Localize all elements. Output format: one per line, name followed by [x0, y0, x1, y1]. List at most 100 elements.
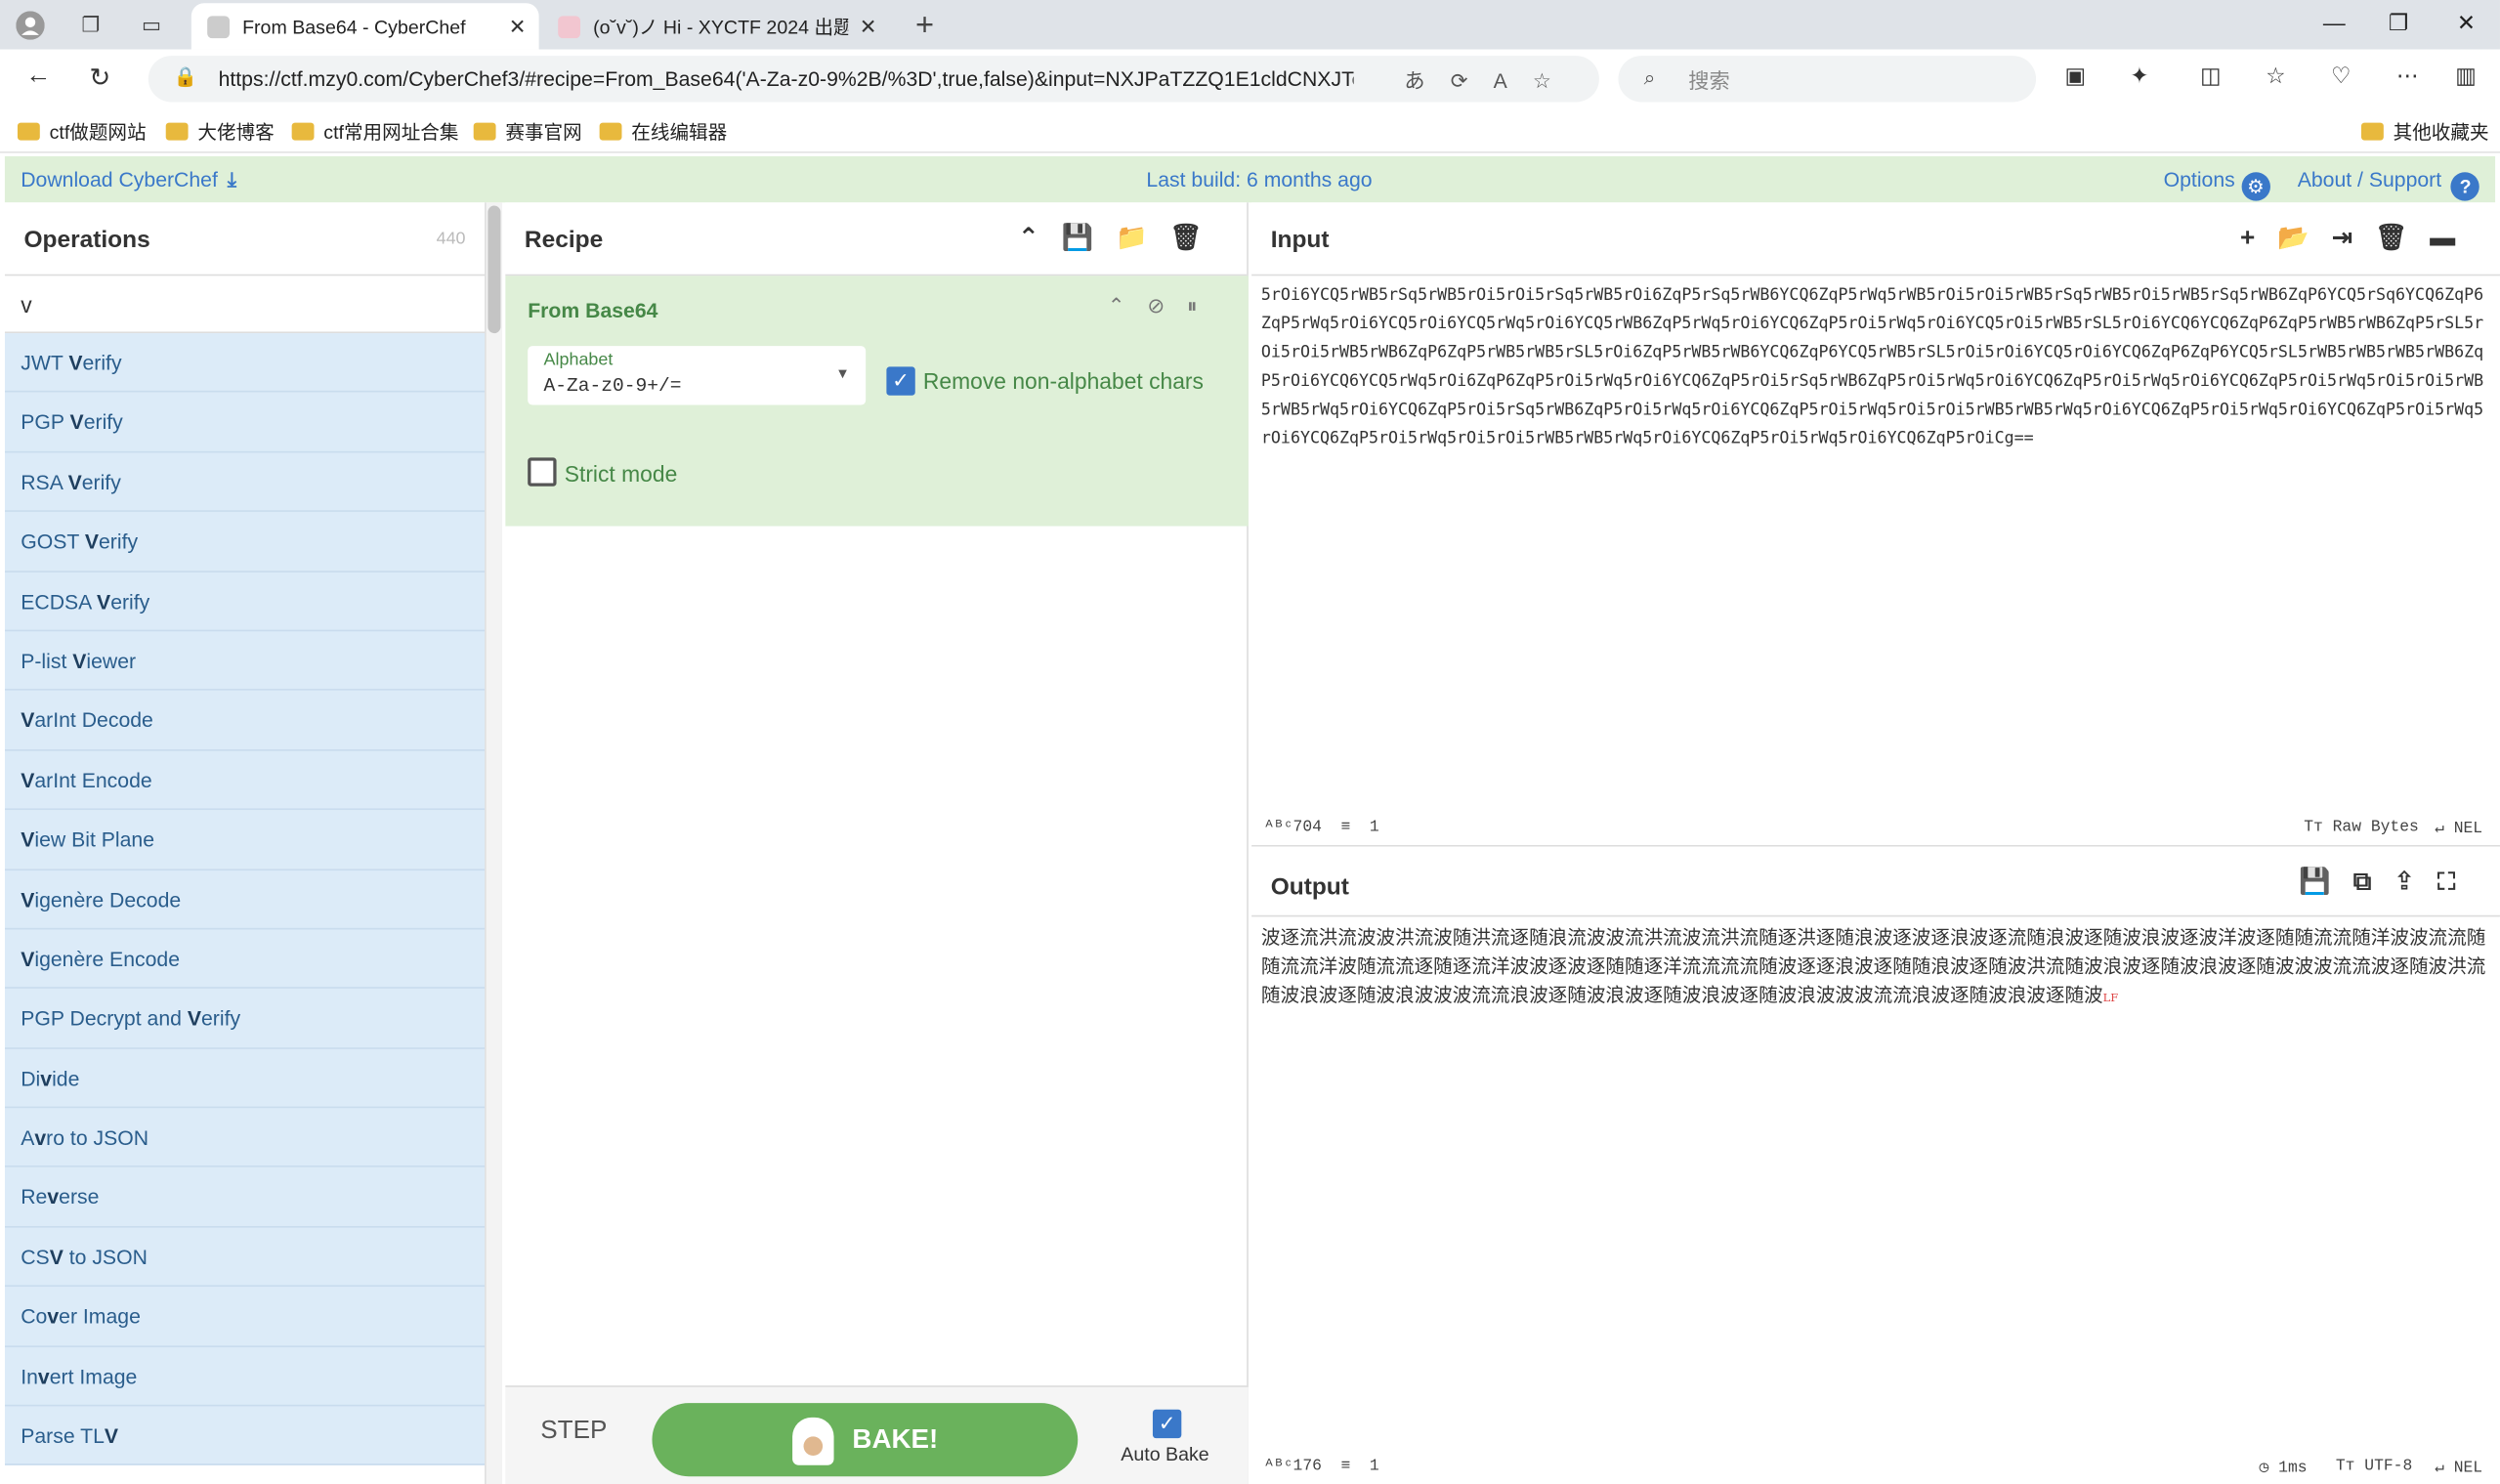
- tab-cyberchef[interactable]: From Base64 - CyberChef ✕: [191, 3, 539, 50]
- operation-item[interactable]: View Bit Plane: [4, 810, 486, 870]
- breakpoint-icon[interactable]: ⏸: [1187, 293, 1219, 317]
- about-support-button[interactable]: About / Support?: [2298, 167, 2480, 201]
- tab-xyctf[interactable]: (o˘v˘)ノ Hi - XYCTF 2024 出题记录 ✕: [542, 3, 890, 49]
- url-bar-icons[interactable]: あ⟳A☆: [1404, 64, 1577, 94]
- operation-item[interactable]: Cover Image: [4, 1287, 486, 1347]
- operation-item[interactable]: Parse TLV: [4, 1406, 486, 1466]
- close-tab-icon[interactable]: ✕: [509, 14, 527, 39]
- bookmark-folder[interactable]: ctf常用网址合集: [291, 118, 458, 146]
- reader-mode-icon[interactable]: ▣: [2064, 63, 2086, 90]
- sidebar-icon[interactable]: ▥: [2455, 63, 2477, 90]
- remove-non-alphabet-label: Remove non-alphabet chars: [922, 367, 1204, 395]
- bookmark-folder[interactable]: ctf做题网站: [17, 118, 147, 146]
- open-file-icon[interactable]: ⇥: [2331, 225, 2375, 252]
- operation-item[interactable]: P-list Viewer: [4, 631, 486, 692]
- folder-icon: [2360, 122, 2384, 141]
- operation-item[interactable]: GOST Verify: [4, 512, 486, 572]
- input-line-count: 1: [1369, 819, 1379, 837]
- remove-non-alphabet-checkbox[interactable]: ✓: [886, 366, 915, 396]
- operation-item[interactable]: Divide: [4, 1048, 486, 1109]
- output-eol[interactable]: ↵ NEL: [2435, 1459, 2482, 1478]
- operation-item[interactable]: Avro to JSON: [4, 1108, 486, 1168]
- options-button[interactable]: Options ⚙: [2164, 167, 2270, 201]
- operation-item[interactable]: RSA Verify: [4, 452, 486, 513]
- collapse-icon[interactable]: ⌃: [1018, 225, 1062, 252]
- window-close-icon[interactable]: ✕: [2457, 10, 2476, 37]
- layout-icon[interactable]: ▬: [2430, 225, 2478, 252]
- operation-item[interactable]: ECDSA Verify: [4, 572, 486, 632]
- operations-search-input[interactable]: v: [4, 276, 486, 334]
- copy-output-icon[interactable]: ⧉: [2353, 869, 2394, 896]
- operation-item[interactable]: Reverse: [4, 1167, 486, 1228]
- search-box[interactable]: ⌕ 搜索: [1618, 56, 2037, 103]
- step-button[interactable]: STEP: [540, 1418, 607, 1446]
- other-bookmarks[interactable]: 其他收藏夹: [2360, 118, 2489, 146]
- workspaces-icon[interactable]: ❐: [75, 10, 107, 42]
- extensions-icon[interactable]: ✦: [2130, 63, 2148, 90]
- recipe-controls: STEP BAKE! ✓ Auto Bake: [505, 1385, 1249, 1484]
- output-encoding[interactable]: Tт UTF-8: [2336, 1459, 2412, 1476]
- output-text[interactable]: 波逐流洪流波波洪流波随洪流逐随浪流波波流洪流波流洪流随逐洪逐随浪波逐波逐浪波逐流…: [1251, 916, 2500, 1018]
- profile-icon[interactable]: [15, 10, 47, 42]
- operation-item[interactable]: Invert Image: [4, 1346, 486, 1407]
- input-eol[interactable]: ↵ NEL: [2435, 820, 2482, 838]
- folder-icon: [165, 122, 189, 141]
- download-icon: ⤓: [227, 167, 237, 191]
- operation-item[interactable]: PGP Verify: [4, 393, 486, 453]
- bake-button[interactable]: BAKE!: [652, 1403, 1079, 1477]
- back-icon[interactable]: ←: [25, 63, 51, 91]
- collapse-op-icon[interactable]: ⌃: [1108, 293, 1148, 317]
- split-screen-icon[interactable]: ◫: [2200, 63, 2222, 90]
- download-cyberchef-link[interactable]: Download CyberChef ⤓: [21, 167, 236, 192]
- search-placeholder: 搜索: [1688, 68, 1730, 93]
- clear-input-icon[interactable]: 🗑: [2375, 225, 2430, 252]
- open-folder-icon[interactable]: 📂: [2277, 225, 2331, 252]
- operation-item[interactable]: JWT Verify: [4, 333, 486, 394]
- replace-input-icon[interactable]: ⇪: [2394, 869, 2437, 896]
- output-char-count: 176: [1292, 1459, 1322, 1477]
- operations-scrollbar[interactable]: [486, 202, 503, 1484]
- tab-title: From Base64 - CyberChef: [242, 15, 466, 38]
- new-tab-icon[interactable]: +: [909, 7, 941, 42]
- restore-icon[interactable]: ❐: [2389, 10, 2409, 37]
- operation-item[interactable]: VarInt Decode: [4, 691, 486, 751]
- strict-mode-checkbox[interactable]: [528, 457, 557, 487]
- close-tab-icon[interactable]: ✕: [860, 14, 877, 39]
- save-output-icon[interactable]: 💾: [2299, 869, 2352, 896]
- gear-icon: ⚙: [2241, 172, 2270, 201]
- alphabet-select[interactable]: Alphabet A-Za-z0-9+/= ▼: [528, 346, 867, 405]
- bookmark-folder[interactable]: 赛事官网: [473, 118, 582, 146]
- operation-item[interactable]: VarInt Encode: [4, 750, 486, 811]
- refresh-icon[interactable]: ↻: [89, 63, 110, 95]
- lock-icon[interactable]: 🔒: [174, 65, 197, 88]
- bookmark-folder[interactable]: 在线编辑器: [599, 118, 727, 146]
- more-icon[interactable]: ⋯: [2396, 63, 2419, 90]
- bookmark-folder[interactable]: 大佬博客: [165, 118, 275, 146]
- auto-bake-checkbox[interactable]: ✓: [1152, 1409, 1182, 1439]
- tab-actions-icon[interactable]: ▭: [136, 10, 168, 42]
- output-status-bar: ᴬᴮᶜ 176 ≡ 1 ◷ 1ms Tт UTF-8 ↵ NEL: [1251, 1453, 2500, 1484]
- url-bar[interactable]: 🔒 https://ctf.mzy0.com/CyberChef3/#recip…: [148, 56, 1599, 103]
- scrollbar-thumb[interactable]: [487, 205, 501, 334]
- input-encoding[interactable]: Tт Raw Bytes: [2304, 820, 2419, 837]
- minimize-icon[interactable]: —: [2323, 10, 2346, 35]
- input-textarea[interactable]: 5rOi6YCQ5rWB5rSq5rWB5rOi5rOi5rSq5rWB5rOi…: [1251, 276, 2500, 811]
- url-text: https://ctf.mzy0.com/CyberChef3/#recipe=…: [218, 66, 1354, 92]
- save-recipe-icon[interactable]: 💾: [1062, 225, 1116, 252]
- maximize-output-icon[interactable]: ⛶: [2437, 869, 2478, 896]
- operation-item[interactable]: Vigenère Encode: [4, 929, 486, 990]
- disable-op-icon[interactable]: ⊘: [1147, 293, 1187, 317]
- input-char-count: 704: [1292, 819, 1322, 837]
- add-input-icon[interactable]: +: [2240, 225, 2277, 252]
- recipe-operation-from-base64[interactable]: From Base64 ⌃⊘⏸ Alphabet A-Za-z0-9+/= ▼ …: [505, 276, 1249, 527]
- recipe-panel: Recipe ⌃💾📁🗑 From Base64 ⌃⊘⏸ Alphabet A-Z…: [505, 202, 1249, 1484]
- load-recipe-icon[interactable]: 📁: [1116, 225, 1169, 252]
- operation-item[interactable]: PGP Decrypt and Verify: [4, 989, 486, 1049]
- clear-recipe-icon[interactable]: 🗑: [1169, 225, 1224, 252]
- browser-essentials-icon[interactable]: ♡: [2331, 63, 2352, 90]
- output-panel: Output 💾⧉⇪⛶ 波逐流洪流波波洪流波随洪流逐随浪流波波流洪流波流洪流随逐…: [1251, 846, 2500, 1484]
- favorites-icon[interactable]: ☆: [2266, 63, 2286, 90]
- operation-item[interactable]: Vigenère Decode: [4, 869, 486, 930]
- search-icon: ⌕: [1643, 64, 1656, 90]
- operation-item[interactable]: CSV to JSON: [4, 1227, 486, 1288]
